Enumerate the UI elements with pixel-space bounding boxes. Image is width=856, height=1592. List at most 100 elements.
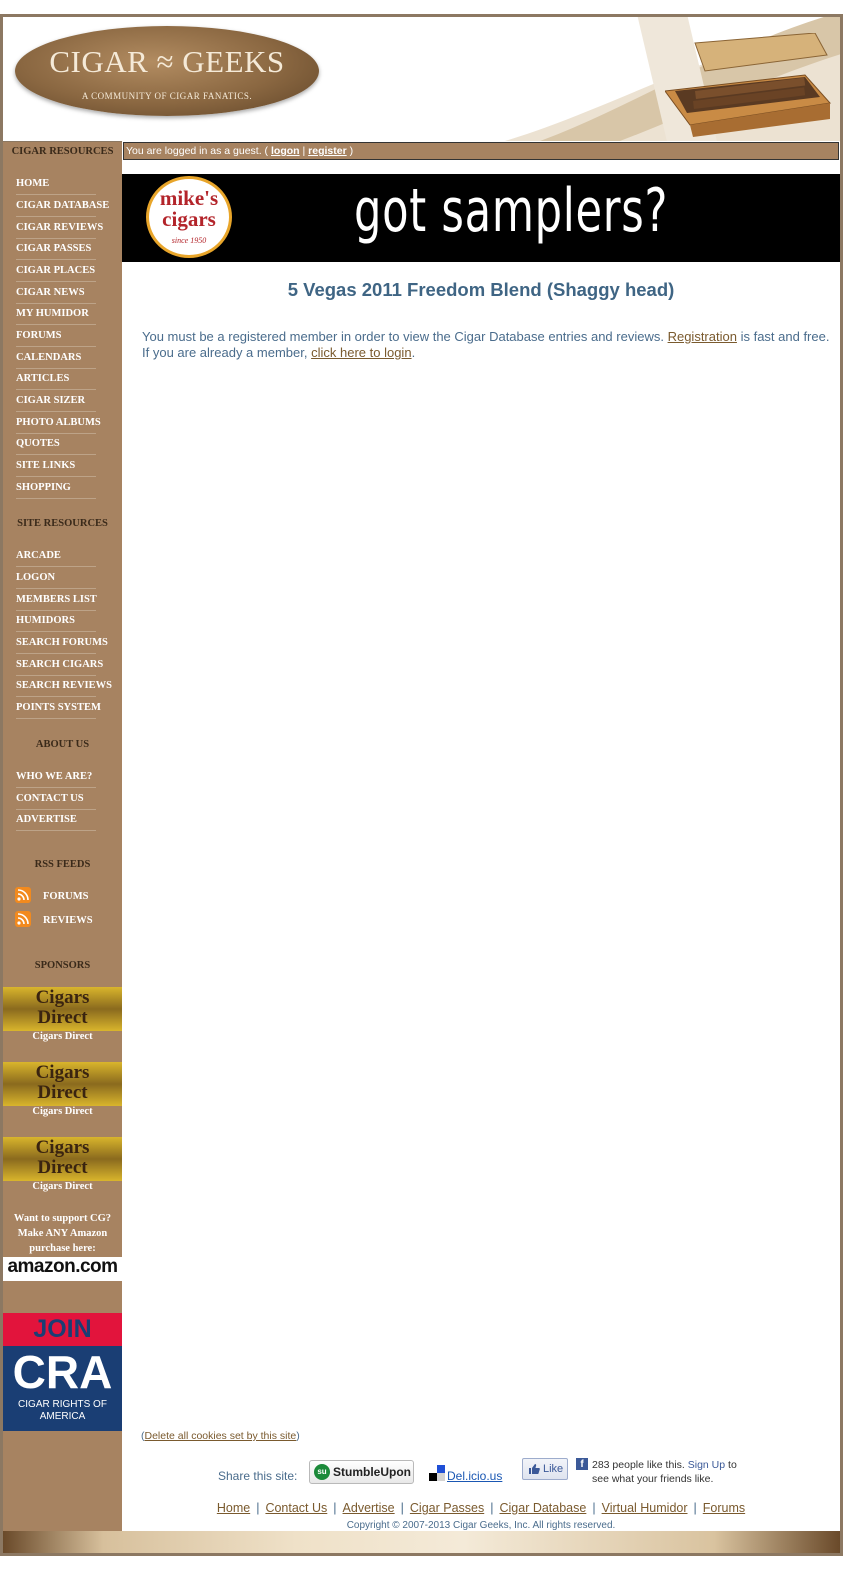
footer-link-forums[interactable]: Forums [703, 1501, 745, 1515]
footer-nav: Home | Contact Us | Advertise | Cigar Passes | C… [122, 1501, 840, 1515]
cra-banner[interactable]: JOIN CRA CIGAR RIGHTS OF AMERICA [3, 1313, 122, 1431]
stumbleupon-icon: su [314, 1464, 330, 1480]
rss-feed-forums[interactable]: FORUMS [15, 887, 115, 907]
sidebar-heading-sponsors: SPONSORS [34, 960, 91, 971]
sidebar-link-cigar-news[interactable]: CIGAR NEWS [16, 285, 96, 304]
mikes-cigars-logo: mike's cigars since 1950 [136, 174, 242, 262]
sidebar-link-shopping[interactable]: SHOPPING [16, 480, 96, 499]
sidebar-link-contact-us[interactable]: CONTACT US [16, 791, 96, 810]
facebook-like-button[interactable]: Like [522, 1458, 568, 1480]
delicious-link[interactable]: Del.icio.us [429, 1465, 519, 1485]
sidebar-link-search-reviews[interactable]: SEARCH REVIEWS [16, 678, 112, 697]
footer-separator: | [592, 1501, 596, 1515]
footer-link-advertise[interactable]: Advertise [343, 1501, 395, 1515]
guest-status-close: ) [349, 145, 354, 157]
sidebar-link-cigar-reviews[interactable]: CIGAR REVIEWS [16, 220, 103, 239]
sidebar-link-who-we-are[interactable]: WHO WE ARE? [16, 769, 96, 788]
footer-separator: | [333, 1501, 337, 1515]
sidebar-link-my-humidor[interactable]: MY HUMIDOR [16, 306, 96, 325]
sidebar-link-search-forums[interactable]: SEARCH FORUMS [16, 635, 108, 654]
sponsor-label: Cigars Direct [32, 1031, 93, 1042]
login-link[interactable]: click here to login [311, 345, 411, 360]
rss-label-reviews: REVIEWS [43, 915, 93, 926]
cra-join-text: JOIN [3, 1313, 122, 1346]
sidebar-link-cigar-passes[interactable]: CIGAR PASSES [16, 241, 96, 260]
sidebar-link-members-list[interactable]: MEMBERS LIST [16, 592, 97, 611]
sidebar-link-calendars[interactable]: CALENDARS [16, 350, 96, 369]
amazon-logo[interactable]: amazon.com [3, 1257, 122, 1281]
sidebar-link-photo-albums[interactable]: PHOTO ALBUMS [16, 415, 101, 434]
notice-text: You must be a registered member in order… [142, 329, 664, 344]
facebook-like-label: Like [543, 1463, 564, 1475]
mikes-since: since 1950 [171, 236, 207, 245]
sidebar-link-forums[interactable]: FORUMS [16, 328, 96, 347]
sidebar-link-advertise[interactable]: ADVERTISE [16, 812, 96, 831]
sidebar-link-articles[interactable]: ARTICLES [16, 371, 96, 390]
sponsor-banner: Cigars Direct [3, 987, 122, 1031]
footer-separator: | [693, 1501, 697, 1515]
facebook-like-count: 283 people like this. Sign Up to see wha… [592, 1459, 737, 1485]
sidebar: CIGAR RESOURCES HOME CIGAR DATABASE CIGA… [3, 141, 122, 1531]
sidebar-link-humidors[interactable]: HUMIDORS [16, 613, 96, 632]
cra-word: CRA [12, 1346, 113, 1398]
sidebar-link-home[interactable]: HOME [16, 176, 96, 195]
sidebar-heading-rss-feeds: RSS FEEDS [34, 859, 91, 870]
guest-status-bar: You are logged in as a guest. ( logon | … [123, 142, 839, 160]
thumbs-up-icon [529, 1464, 540, 1474]
rss-icon [15, 911, 31, 927]
footer-link-contact-us[interactable]: Contact Us [265, 1501, 327, 1515]
sidebar-heading-site-resources: SITE RESOURCES [17, 518, 108, 529]
register-link[interactable]: register [308, 145, 347, 157]
delicious-label: Del.icio.us [447, 1469, 503, 1483]
copyright: Copyright © 2007-2013 Cigar Geeks, Inc. … [346, 1520, 616, 1531]
sidebar-link-points-system[interactable]: POINTS SYSTEM [16, 700, 101, 719]
footer-separator: | [256, 1501, 260, 1515]
stumbleupon-button[interactable]: su StumbleUpon [309, 1460, 414, 1484]
mikes-cigars-banner-ad[interactable]: mike's cigars since 1950 got samplers? [122, 174, 840, 262]
logo-tagline: A COMMUNITY OF CIGAR FANATICS. [81, 91, 253, 101]
sidebar-link-cigar-places[interactable]: CIGAR PLACES [16, 263, 96, 282]
amazon-logo-text: amazon.com [7, 1256, 118, 1277]
delicious-icon [429, 1465, 445, 1481]
footer-link-cigar-database[interactable]: Cigar Database [499, 1501, 586, 1515]
share-label: Share this site: [218, 1469, 298, 1483]
logon-link[interactable]: logon [271, 145, 300, 157]
registration-link[interactable]: Registration [668, 329, 737, 344]
cra-subtitle: CIGAR RIGHTS OF AMERICA [18, 1399, 107, 1422]
sidebar-heading-cigar-resources: CIGAR RESOURCES [11, 146, 114, 157]
footer-link-home[interactable]: Home [217, 1501, 250, 1515]
amazon-support-text: Want to support CG? Make ANY Amazon purc… [13, 1213, 112, 1254]
stumbleupon-label: StumbleUpon [333, 1465, 411, 1479]
facebook-icon: f [576, 1458, 588, 1470]
sponsor-label: Cigars Direct [32, 1106, 93, 1117]
footer-link-cigar-passes[interactable]: Cigar Passes [410, 1501, 484, 1515]
sidebar-link-logon[interactable]: LOGON [16, 570, 96, 589]
footer-link-virtual-humidor[interactable]: Virtual Humidor [602, 1501, 688, 1515]
delete-cookies-link[interactable]: Delete all cookies set by this site [145, 1430, 297, 1442]
guest-divider: | [302, 145, 306, 157]
facebook-signup-link[interactable]: Sign Up [688, 1459, 725, 1471]
sidebar-link-cigar-database[interactable]: CIGAR DATABASE [16, 198, 109, 217]
footer-separator: | [490, 1501, 494, 1515]
bottom-decorative-strip [3, 1531, 840, 1553]
sidebar-link-quotes[interactable]: QUOTES [16, 436, 96, 455]
cigar-tin-image [665, 33, 831, 137]
cra-logo: CRA CIGAR RIGHTS OF AMERICA [3, 1346, 122, 1431]
footer-separator: | [400, 1501, 404, 1515]
sidebar-link-arcade[interactable]: ARCADE [16, 548, 96, 567]
rss-label-forums: FORUMS [43, 891, 89, 902]
mikes-cigars-brand: mike's cigars [159, 186, 219, 231]
rss-icon [15, 887, 31, 903]
sidebar-link-site-links[interactable]: SITE LINKS [16, 458, 96, 477]
sidebar-heading-about-us: ABOUT US [35, 739, 90, 750]
registration-notice: You must be a registered member in order… [142, 329, 832, 361]
page-frame: CIGAR ≈ GEEKS A COMMUNITY OF CIGAR FANAT… [0, 14, 843, 1556]
site-logo[interactable]: CIGAR ≈ GEEKS A COMMUNITY OF CIGAR FANAT… [15, 26, 319, 116]
cigar-title: 5 Vegas 2011 Freedom Blend (Shaggy head) [287, 279, 675, 300]
sidebar-link-cigar-sizer[interactable]: CIGAR SIZER [16, 393, 96, 412]
delete-cookies: (Delete all cookies set by this site) [141, 1430, 300, 1442]
sidebar-link-search-cigars[interactable]: SEARCH CIGARS [16, 657, 103, 676]
sponsor-banner: Cigars Direct [3, 1062, 122, 1106]
site-header: CIGAR ≈ GEEKS A COMMUNITY OF CIGAR FANAT… [3, 17, 840, 141]
rss-feed-reviews[interactable]: REVIEWS [15, 911, 115, 931]
